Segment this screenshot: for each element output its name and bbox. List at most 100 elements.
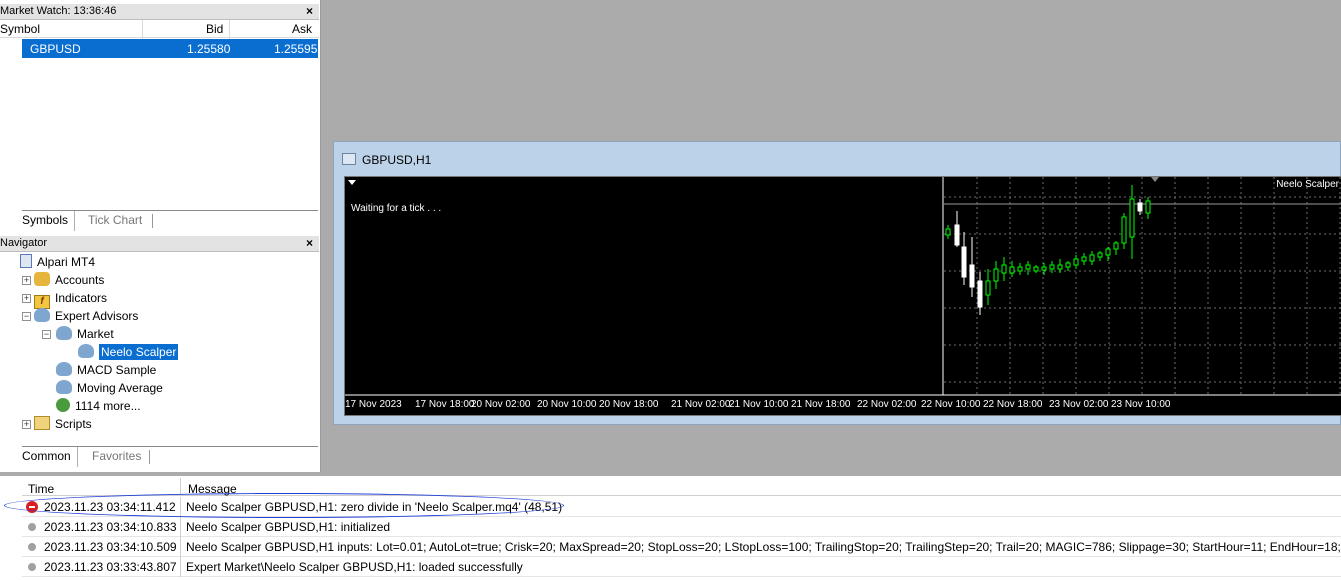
x-tick-label: 20 Nov 10:00: [537, 399, 597, 410]
tree-item-moving-average[interactable]: Moving Average: [56, 379, 163, 397]
x-tick-label: 23 Nov 10:00: [1111, 399, 1171, 410]
script-icon: [34, 416, 50, 430]
journal-panel: Time Message 2023.11.23 03:34:11.412 Neel…: [0, 476, 1341, 580]
tree-item-neelo-scalper[interactable]: Neelo Scalper: [78, 343, 179, 361]
candle-body: [993, 268, 999, 282]
globe-icon: [56, 398, 70, 412]
tree-item-alpari[interactable]: Alpari MT4: [20, 253, 95, 271]
tree-item-market[interactable]: Market: [56, 325, 114, 343]
candle-body: [1017, 266, 1023, 272]
journal-message: Neelo Scalper GBPUSD,H1: initialized: [186, 520, 391, 534]
candle-body: [985, 280, 991, 296]
row-symbol: GBPUSD: [30, 42, 81, 56]
expert-advisor-label: Neelo Scalper: [1276, 179, 1339, 190]
navigator-tree: Alpari MT4 + Accounts + f Indicators − Ex…: [0, 253, 319, 443]
col-time[interactable]: Time: [28, 482, 54, 496]
tree-item-scripts[interactable]: Scripts: [34, 415, 92, 433]
tab-symbols[interactable]: Symbols: [16, 211, 76, 231]
x-tick-label: 17 Nov 18:00: [415, 399, 475, 410]
tab-common[interactable]: Common: [16, 447, 78, 467]
x-tick-label: 21 Nov 18:00: [791, 399, 851, 410]
column-divider: [180, 557, 181, 577]
tree-item-indicators[interactable]: f Indicators: [34, 289, 107, 309]
info-icon: [28, 543, 36, 551]
candle-body: [969, 264, 975, 288]
expand-icon[interactable]: +: [22, 420, 31, 429]
market-watch-row[interactable]: GBPUSD 1.25580 1.25595: [22, 39, 318, 58]
tree-item-expert-advisors[interactable]: Expert Advisors: [34, 307, 138, 325]
row-ask: 1.25595: [274, 42, 318, 56]
journal-time: 2023.11.23 03:34:10.509: [44, 540, 177, 554]
chart-window-title: GBPUSD,H1: [342, 152, 431, 168]
x-tick-label: 20 Nov 02:00: [471, 399, 531, 410]
candle-body: [1097, 252, 1103, 258]
chart-title-text: GBPUSD,H1: [362, 153, 432, 167]
tree-item-macd-sample[interactable]: MACD Sample: [56, 361, 156, 379]
close-icon[interactable]: ×: [306, 236, 313, 251]
chart-area[interactable]: 17 Nov 2023 17 Nov 18:00 20 Nov 02:00 20 No…: [344, 176, 1341, 416]
candle-body: [1009, 266, 1015, 274]
tree-item-accounts[interactable]: Accounts: [34, 271, 104, 289]
x-tick-label: 22 Nov 02:00: [857, 399, 917, 410]
x-tick-label: 21 Nov 10:00: [729, 399, 789, 410]
journal-row[interactable]: 2023.11.23 03:34:10.509 Neelo Scalper GBP…: [22, 537, 1341, 557]
candle-body: [1113, 242, 1119, 250]
candle-body: [954, 224, 960, 246]
left-panel: Market Watch: 13:36:46 × Symbol Bid Ask …: [0, 0, 321, 472]
info-icon: [28, 523, 36, 531]
candle-body: [1081, 256, 1087, 262]
candle-body: [1129, 198, 1135, 238]
candle-body: [1105, 248, 1111, 256]
col-bid[interactable]: Bid: [206, 22, 223, 36]
collapse-icon[interactable]: −: [22, 312, 31, 321]
row-bid: 1.25580: [187, 42, 231, 56]
info-icon: [28, 563, 36, 571]
candle-body: [1145, 200, 1151, 214]
candle-body: [1057, 264, 1063, 270]
market-watch-header: Market Watch: 13:36:46 ×: [0, 4, 319, 20]
time-axis: 17 Nov 2023 17 Nov 18:0020 Nov 02:00 20 No…: [345, 399, 1171, 410]
candle-body: [1065, 262, 1071, 268]
expand-icon[interactable]: +: [22, 294, 31, 303]
price-chart: 17 Nov 2023 17 Nov 18:0020 Nov 02:00 20 No…: [345, 177, 1341, 410]
candle-body: [1073, 258, 1079, 266]
navigator-header: Navigator ×: [0, 236, 319, 252]
x-tick-label: 22 Nov 18:00: [983, 399, 1043, 410]
chart-icon: [342, 153, 356, 165]
collapse-icon[interactable]: −: [42, 330, 51, 339]
tab-tick-chart[interactable]: Tick Chart: [82, 211, 148, 231]
x-tick-label: 22 Nov 10:00: [921, 399, 981, 410]
x-tick-label: 20 Nov 18:00: [599, 399, 659, 410]
chart-menu-icon[interactable]: [348, 180, 356, 185]
highlight-annotation: [4, 493, 564, 518]
chart-window[interactable]: GBPUSD,H1 17 Nov 2023 17 Nov 18:00 20 Nov …: [333, 141, 1341, 425]
candle-body: [977, 280, 983, 308]
journal-row[interactable]: 2023.11.23 03:34:10.833 Neelo Scalper GBP…: [22, 517, 1341, 537]
chart-status-text: Waiting for a tick . . .: [351, 203, 442, 214]
tab-favorites[interactable]: Favorites: [86, 447, 147, 467]
x-tick-label: 17 Nov 2023: [345, 399, 402, 410]
col-ask[interactable]: Ask: [292, 22, 312, 36]
candle-body: [1001, 264, 1007, 274]
journal-message: Neelo Scalper GBPUSD,H1 inputs: Lot=0.01…: [186, 540, 1341, 554]
navigator-tabs: Common Favorites: [16, 446, 318, 467]
expert-advisor-icon: [56, 362, 72, 376]
terminal-icon: [20, 254, 32, 268]
market-watch-title: Market Watch: 13:36:46: [0, 5, 117, 17]
accounts-icon: [34, 272, 50, 286]
close-icon[interactable]: ×: [306, 4, 313, 19]
candle-body: [1121, 216, 1127, 244]
market-watch-columns: Symbol Bid Ask: [0, 20, 319, 38]
candle-body: [1025, 264, 1031, 270]
tree-item-more[interactable]: 1114 more...: [56, 397, 141, 415]
column-divider: [180, 537, 181, 557]
journal-row[interactable]: 2023.11.23 03:33:43.807 Expert Market\Nee…: [22, 557, 1341, 577]
shift-marker-icon[interactable]: [1151, 177, 1159, 182]
journal-time: 2023.11.23 03:33:43.807: [44, 560, 177, 574]
x-tick-label: 23 Nov 02:00: [1049, 399, 1109, 410]
expand-icon[interactable]: +: [22, 276, 31, 285]
col-symbol[interactable]: Symbol: [0, 22, 40, 36]
expert-advisor-icon: [34, 308, 50, 322]
candle-body: [1041, 266, 1047, 271]
candle-body: [1089, 254, 1095, 262]
